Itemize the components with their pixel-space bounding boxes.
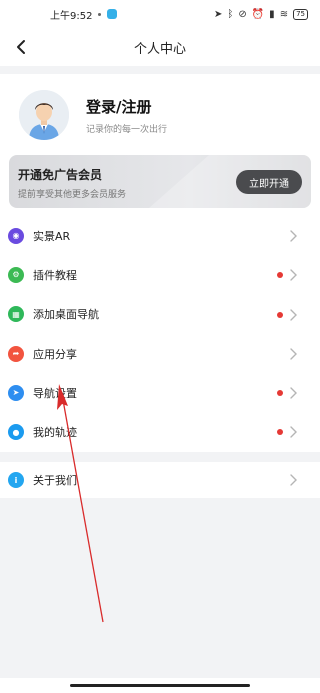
login-subtitle: 记录你的每一次出行 <box>86 125 168 135</box>
chevron-right-icon <box>290 387 297 399</box>
info-icon: i <box>8 472 24 488</box>
plugin-icon: ⚙ <box>8 266 24 283</box>
menu-item-label: 关于我们 <box>33 474 77 487</box>
menu-item[interactable]: ➤ 导航设置 <box>0 373 320 412</box>
mute-icon: ⊘ <box>238 8 247 20</box>
status-time: 上午9:52 <box>50 10 93 22</box>
chevron-left-icon <box>17 40 25 54</box>
notification-badge <box>277 429 283 436</box>
back-button[interactable] <box>10 36 32 58</box>
menu-list: ◉ 实景AR ⚙ 插件教程 ▦ 添加桌面导航 ➦ 应用分享 ➤ 导航设置 ● 我的轨迹 <box>0 216 320 452</box>
menu-item-label: 实景AR <box>33 229 71 243</box>
menu-item-about[interactable]: i 关于我们 <box>0 462 320 498</box>
track-icon: ● <box>8 424 24 441</box>
open-vip-button[interactable]: 立即开通 <box>236 170 302 194</box>
alarm-icon: ⏰ <box>251 8 265 20</box>
avatar[interactable] <box>19 90 69 140</box>
chevron-right-icon <box>290 348 297 360</box>
vip-title: 开通免广告会员 <box>18 168 103 182</box>
menu-item-label: 插件教程 <box>33 268 77 282</box>
status-icons: ➤ ᛒ ⊘ ⏰ ▮ ≋ 75 <box>213 8 308 20</box>
chevron-right-icon <box>290 269 297 281</box>
chevron-right-icon <box>290 426 297 439</box>
notification-badge <box>277 272 283 279</box>
page-title: 个人中心 <box>133 41 186 57</box>
status-bar: 上午9:52 ➤ ᛒ ⊘ ⏰ ▮ ≋ 75 <box>0 0 320 28</box>
menu-item[interactable]: ⚙ 插件教程 <box>0 255 320 294</box>
menu-item[interactable]: ◉ 实景AR <box>0 216 320 255</box>
location-icon: ➤ <box>213 8 223 20</box>
chevron-right-icon <box>290 474 297 486</box>
chevron-right-icon <box>290 230 297 242</box>
menu-item-label: 添加桌面导航 <box>33 308 99 322</box>
ar-icon: ◉ <box>8 227 24 244</box>
menu-item[interactable]: ▦ 添加桌面导航 <box>0 295 320 334</box>
signal-icon: ▮ <box>269 8 275 20</box>
grid-icon: ▦ <box>8 306 24 323</box>
chevron-right-icon <box>290 308 297 321</box>
home-indicator[interactable] <box>70 684 250 687</box>
battery-icon: 75 <box>293 8 308 20</box>
navigation-icon: ➤ <box>8 384 24 401</box>
nav-bar: 个人中心 <box>0 28 320 66</box>
notification-badge <box>277 311 283 318</box>
menu-item-label: 应用分享 <box>33 347 77 361</box>
share-icon: ➦ <box>8 345 24 362</box>
login-register-link[interactable]: 登录/注册 <box>86 96 151 117</box>
wifi-icon: ≋ <box>279 8 289 20</box>
menu-item-label: 我的轨迹 <box>33 426 77 440</box>
menu-item[interactable]: ➦ 应用分享 <box>0 334 320 373</box>
menu-item[interactable]: ● 我的轨迹 <box>0 412 320 451</box>
menu-item-label: 导航设置 <box>33 386 77 400</box>
avatar-icon <box>19 90 69 140</box>
bluetooth-icon: ᛒ <box>227 8 234 20</box>
gesture-bar <box>0 678 320 693</box>
notification-dot-icon <box>98 12 102 16</box>
vip-subtitle: 提前享受其他更多会员服务 <box>18 190 127 200</box>
app-notification-icon <box>107 9 118 19</box>
vip-card[interactable]: 开通免广告会员 提前享受其他更多会员服务 立即开通 <box>9 155 311 208</box>
notification-badge <box>277 390 283 397</box>
